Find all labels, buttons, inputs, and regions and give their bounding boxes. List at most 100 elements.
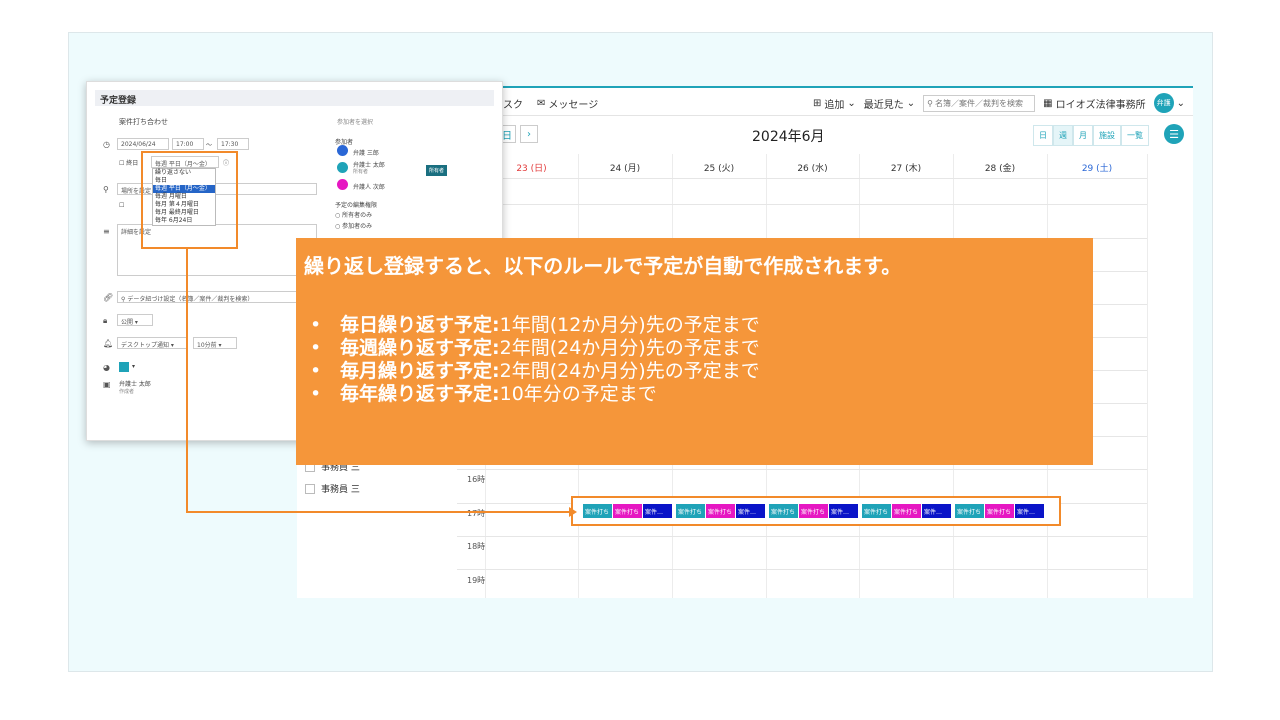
clock-icon: ◷ bbox=[103, 140, 110, 149]
participant-avatar bbox=[337, 162, 348, 173]
calendar-title: 2024年6月 bbox=[752, 129, 825, 145]
start-time-field[interactable]: 17:00 bbox=[172, 138, 204, 150]
avatar: 弁護 bbox=[1153, 93, 1174, 113]
creator-name: 弁護士 太郎 bbox=[119, 381, 151, 388]
event-chip[interactable]: 案件… bbox=[1015, 504, 1044, 518]
visibility-select[interactable]: 公開 ▾ bbox=[117, 314, 153, 326]
view-week[interactable]: 週 bbox=[1053, 125, 1073, 146]
recurring-events-highlight: 案件打ち 案件打ち 案件… 案件打ち 案件打ち 案件… 案件打ち 案件打ち 案件… 案件打ち 案件打… bbox=[571, 496, 1061, 526]
participants-select-label[interactable]: 参加者を選択 bbox=[337, 117, 373, 126]
event-chip[interactable]: 案件… bbox=[829, 504, 858, 518]
nav-task[interactable]: スク bbox=[503, 96, 523, 111]
day-header[interactable]: 28 (金) bbox=[953, 161, 1047, 174]
link-search-input[interactable]: ⚲ データ紐づけ設定（名簿／案件／裁判を検索） bbox=[117, 291, 317, 303]
search-placeholder: 名簿／案件／裁判を検索 bbox=[935, 98, 1024, 108]
event-chip[interactable]: 案件打ち bbox=[892, 504, 921, 518]
grid-line bbox=[457, 204, 1147, 205]
dialog-title: 予定登録 bbox=[95, 90, 494, 106]
day-header[interactable]: 24 (月) bbox=[578, 161, 672, 174]
day-header[interactable]: 25 (火) bbox=[672, 161, 766, 174]
bullet: • bbox=[310, 383, 322, 405]
search-input[interactable]: ⚲ 名簿／案件／裁判を検索 bbox=[923, 94, 1036, 112]
rule-label: 毎年繰り返す予定: bbox=[340, 383, 500, 405]
list-icon[interactable]: ☰ bbox=[1164, 124, 1184, 144]
grid-line bbox=[457, 569, 1147, 570]
add-button[interactable]: ⊞ 追加 ⌄ bbox=[813, 96, 856, 111]
view-month[interactable]: 月 bbox=[1073, 125, 1093, 146]
next-week-button[interactable]: › bbox=[520, 125, 538, 143]
allday-label: 終日 bbox=[126, 160, 139, 167]
color-swatch[interactable] bbox=[119, 362, 129, 372]
location-pin-icon: ⚲ bbox=[103, 185, 109, 194]
event-chip[interactable]: 案件打ち bbox=[583, 504, 612, 518]
allday-checkbox[interactable]: ☐ 終日 bbox=[119, 158, 138, 167]
notify-time-value: 10分前 bbox=[197, 342, 217, 349]
user-menu[interactable]: 弁護 ⌄ bbox=[1153, 93, 1185, 113]
lock-icon: 🔒︎ bbox=[103, 316, 108, 325]
bell-icon: 🔔︎ bbox=[103, 339, 114, 348]
plus-box-icon: ⊞ bbox=[812, 97, 822, 109]
date-field[interactable]: 2024/06/24 bbox=[117, 138, 169, 150]
time-label: 19時 bbox=[467, 576, 486, 585]
rule-item: • 毎年繰り返す予定:10年分の予定まで bbox=[310, 383, 760, 406]
event-chip[interactable]: 案件… bbox=[922, 504, 951, 518]
chevron-right-icon: › bbox=[527, 128, 531, 140]
place-checkbox[interactable]: ☐ bbox=[119, 202, 124, 209]
event-chip[interactable]: 案件… bbox=[736, 504, 765, 518]
recent-button[interactable]: 最近見た ⌄ bbox=[864, 96, 915, 111]
edit-perm-radio[interactable]: ○ 参加者のみ bbox=[335, 221, 372, 230]
staff-name: 事務員 三 bbox=[321, 485, 360, 495]
connector-line bbox=[186, 511, 572, 513]
event-chip[interactable]: 案件打ち bbox=[955, 504, 984, 518]
notify-select[interactable]: デスクトップ通知 ▾ bbox=[117, 337, 187, 349]
owner-badge[interactable]: 所有者 bbox=[426, 165, 448, 176]
chevron-down-icon[interactable]: ▾ bbox=[132, 363, 135, 370]
participant-sub: 所有者 bbox=[353, 169, 369, 175]
event-chip[interactable]: 案件打ち bbox=[676, 504, 705, 518]
time-separator: ～ bbox=[206, 142, 213, 149]
staff-item[interactable]: 事務員 三 bbox=[305, 482, 360, 495]
day-header[interactable]: 27 (木) bbox=[859, 161, 953, 174]
staff-checkbox[interactable] bbox=[305, 483, 315, 494]
office-name: ロイオズ法律事務所 bbox=[1055, 99, 1146, 111]
palette-icon: ◕ bbox=[103, 363, 110, 372]
time-label: 18時 bbox=[467, 542, 486, 551]
rule-text: 10年分の予定まで bbox=[499, 383, 657, 405]
event-chip[interactable]: 案件打ち bbox=[862, 504, 891, 518]
visibility-value: 公開 bbox=[121, 319, 134, 326]
nav-message[interactable]: ✉ メッセージ bbox=[537, 96, 598, 111]
edit-perm-radio[interactable]: ○ 所有者のみ bbox=[335, 210, 372, 219]
rule-text: 1年間(12か月分)先の予定まで bbox=[499, 314, 760, 336]
grid-line bbox=[457, 178, 1147, 179]
notify-time-select[interactable]: 10分前 ▾ bbox=[193, 337, 237, 349]
event-name[interactable]: 案件打ち合わせ bbox=[119, 117, 168, 127]
rule-item: • 毎日繰り返す予定:1年間(12か月分)先の予定まで bbox=[310, 314, 760, 337]
creator-role: 作成者 bbox=[119, 389, 135, 395]
dropdown-highlight bbox=[141, 151, 238, 249]
office-switcher[interactable]: ▦ ロイオズ法律事務所 bbox=[1043, 96, 1145, 111]
time-label: 17時 bbox=[467, 509, 486, 518]
event-chip[interactable]: 案件… bbox=[643, 504, 672, 518]
event-chip[interactable]: 案件打ち bbox=[985, 504, 1014, 518]
end-time-field[interactable]: 17:30 bbox=[217, 138, 249, 150]
text-lines-icon: ≡ bbox=[103, 227, 110, 236]
view-day[interactable]: 日 bbox=[1033, 125, 1053, 146]
rule-item: • 毎月繰り返す予定:2年間(24か月分)先の予定まで bbox=[310, 360, 760, 383]
building-icon: ▦ bbox=[1043, 97, 1053, 109]
event-chip[interactable]: 案件打ち bbox=[613, 504, 642, 518]
day-header[interactable]: 26 (水) bbox=[766, 161, 859, 174]
day-header[interactable]: 29 (土) bbox=[1047, 161, 1147, 174]
view-facility[interactable]: 施設 bbox=[1093, 125, 1121, 146]
bullet: • bbox=[310, 337, 322, 359]
event-chip[interactable]: 案件打ち bbox=[799, 504, 828, 518]
participant-avatar bbox=[337, 145, 348, 156]
view-list[interactable]: 一覧 bbox=[1121, 125, 1149, 146]
arrow-head-icon bbox=[569, 507, 577, 517]
event-chip[interactable]: 案件打ち bbox=[769, 504, 798, 518]
event-chip[interactable]: 案件打ち bbox=[706, 504, 735, 518]
rules-list: • 毎日繰り返す予定:1年間(12か月分)先の予定まで • 毎週繰り返す予定:2年間(… bbox=[310, 314, 760, 406]
time-label: 16時 bbox=[467, 475, 486, 484]
rule-label: 毎週繰り返す予定: bbox=[340, 337, 500, 359]
chevron-down-icon: ⌄ bbox=[1176, 97, 1185, 109]
rule-item: • 毎週繰り返す予定:2年間(24か月分)先の予定まで bbox=[310, 337, 760, 360]
